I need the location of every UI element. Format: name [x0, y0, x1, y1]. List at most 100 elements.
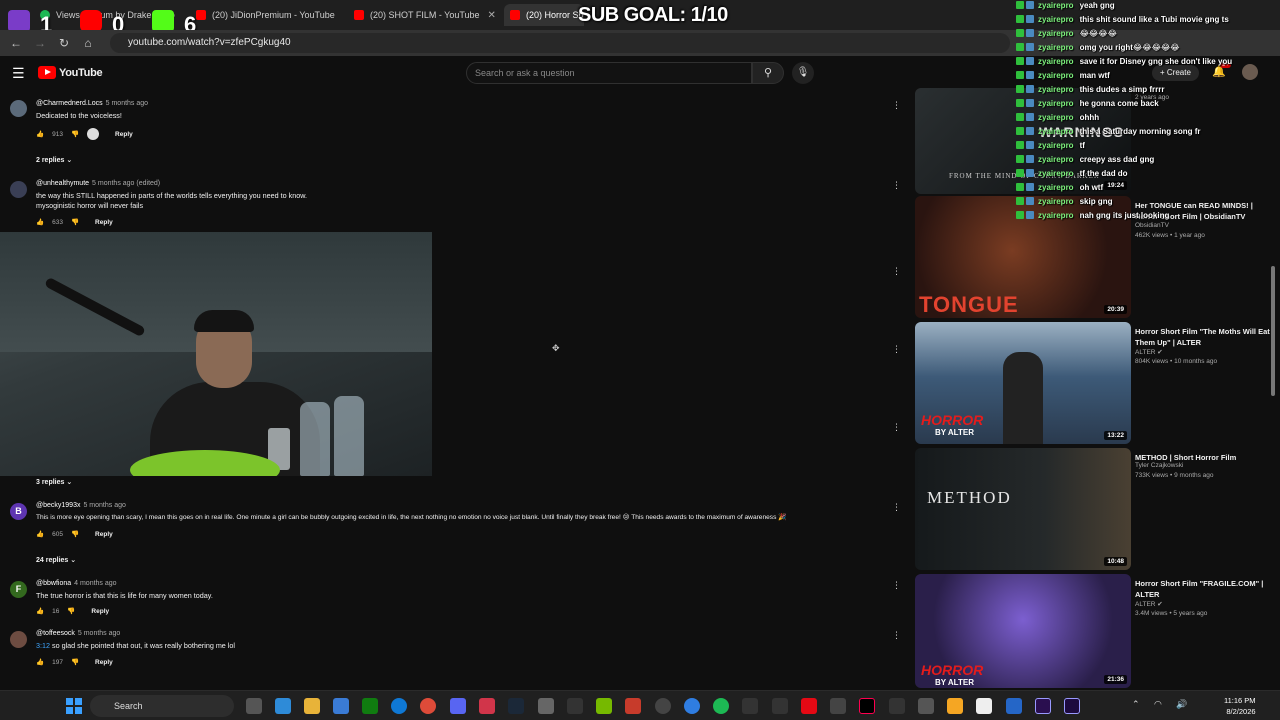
store-icon[interactable]	[333, 698, 349, 714]
app-icon[interactable]	[772, 698, 788, 714]
app-icon[interactable]	[830, 698, 846, 714]
more-options-icon[interactable]: ⋮	[892, 630, 901, 641]
capcut-icon[interactable]	[889, 698, 905, 714]
app-icon[interactable]	[479, 698, 495, 714]
more-options-icon[interactable]: ⋮	[892, 100, 901, 111]
like-icon[interactable]: 👍	[36, 658, 44, 666]
more-options-icon[interactable]: ⋮	[892, 344, 901, 355]
app-icon[interactable]	[742, 698, 758, 714]
comment-author[interactable]: @unhealthymute 5 months ago (edited)	[36, 180, 160, 187]
recommendation-channel[interactable]: Tyler Czajkowski	[1135, 462, 1183, 469]
app-icon[interactable]	[625, 698, 641, 714]
recommendation-item[interactable]: METHOD 10:48 METHOD | Short Horror Film …	[915, 448, 1275, 570]
reply-button[interactable]: Reply	[115, 131, 133, 138]
like-icon[interactable]: 👍	[36, 607, 44, 615]
timestamp-link[interactable]: 3:12	[36, 641, 50, 650]
chrome-icon[interactable]	[420, 698, 436, 714]
task-view-icon[interactable]	[246, 698, 262, 714]
comment-author[interactable]: @bbwfiona 4 months ago	[36, 580, 117, 587]
tab-jidion[interactable]: (20) JiDionPremium - YouTube ✕	[190, 4, 340, 26]
replies-toggle[interactable]: 2 replies ⌄	[36, 156, 72, 164]
search-icon[interactable]: ⚲	[752, 62, 784, 84]
comment-avatar[interactable]	[10, 100, 27, 117]
taskbar-search[interactable]: Search	[90, 695, 234, 717]
xbox-icon[interactable]	[362, 698, 378, 714]
recommendation-thumbnail[interactable]: HORROR BY ALTER 21:36	[915, 574, 1131, 688]
url-field[interactable]: youtube.com/watch?v=zfePCgkug40	[110, 33, 1010, 53]
settings-icon[interactable]	[538, 698, 554, 714]
forward-icon[interactable]: →	[32, 35, 48, 51]
reply-button[interactable]: Reply	[95, 531, 113, 538]
back-icon[interactable]: ←	[8, 35, 24, 51]
settings-gear-icon[interactable]	[918, 698, 934, 714]
copilot-icon[interactable]	[275, 698, 291, 714]
close-tab-icon[interactable]: ✕	[335, 10, 340, 21]
dislike-icon[interactable]: 👎	[71, 658, 79, 666]
volume-icon[interactable]: 🔊	[1176, 699, 1187, 710]
recommendation-item[interactable]: HORROR BY ALTER 13:22 Horror Short Film …	[915, 322, 1275, 444]
scrollbar-thumb[interactable]	[1271, 266, 1275, 396]
windows-start-icon[interactable]	[66, 698, 82, 714]
like-icon[interactable]: 👍	[36, 530, 44, 538]
steam-icon[interactable]	[508, 698, 524, 714]
menu-icon[interactable]: ☰	[12, 66, 26, 80]
discord-icon[interactable]	[450, 698, 466, 714]
comment-avatar[interactable]	[10, 631, 27, 648]
recommendation-title[interactable]: Horror Short Film "FRAGILE.COM" | ALTER	[1135, 578, 1270, 600]
account-avatar[interactable]	[1242, 64, 1258, 80]
more-options-icon[interactable]: ⋮	[892, 580, 901, 591]
tab-horror-short[interactable]: (20) Horror Sho	[504, 4, 584, 26]
like-icon[interactable]: 👍	[36, 218, 44, 226]
comment-author[interactable]: @toffeesock 5 months ago	[36, 630, 120, 637]
recommendation-channel[interactable]: ALTER ✔	[1135, 348, 1163, 356]
dislike-icon[interactable]: 👎	[71, 530, 79, 538]
microphone-icon[interactable]: 🎙	[792, 62, 814, 84]
more-options-icon[interactable]: ⋮	[892, 180, 901, 191]
dislike-icon[interactable]: 👎	[71, 130, 79, 138]
recommendation-title[interactable]: Horror Short Film "The Moths Will Eat Th…	[1135, 326, 1270, 348]
more-options-icon[interactable]: ⋮	[892, 502, 901, 513]
recommendation-thumbnail[interactable]: HORROR BY ALTER 13:22	[915, 322, 1131, 444]
app-icon[interactable]	[947, 698, 963, 714]
comment-avatar[interactable]: B	[10, 503, 27, 520]
search-input[interactable]: Search or ask a question	[466, 62, 752, 84]
tray-chevron-icon[interactable]: ⌃	[1132, 699, 1140, 710]
youtube-logo[interactable]: YouTube	[38, 66, 103, 79]
reply-button[interactable]: Reply	[95, 219, 113, 226]
recommendation-channel[interactable]: ObsidianTV	[1135, 222, 1169, 229]
home-icon[interactable]: ⌂	[80, 35, 96, 51]
netflix-icon[interactable]	[801, 698, 817, 714]
comment-avatar[interactable]	[10, 181, 27, 198]
obs-icon[interactable]	[655, 698, 671, 714]
comment-avatar[interactable]: F	[10, 581, 27, 598]
tab-shot-film[interactable]: (20) SHOT FILM - YouTube ✕	[348, 4, 498, 26]
after-effects-icon[interactable]	[1064, 698, 1080, 714]
replies-toggle[interactable]: 3 replies ⌄	[36, 478, 72, 486]
reload-icon[interactable]: ↻	[56, 35, 72, 51]
comment-author[interactable]: @Charmednerd.Locs 5 months ago	[36, 100, 148, 107]
tiktok-icon[interactable]	[859, 698, 875, 714]
premiere-pro-icon[interactable]	[1035, 698, 1051, 714]
comment-author[interactable]: @becky1993x 5 months ago	[36, 502, 126, 509]
more-options-icon[interactable]: ⋮	[892, 266, 901, 277]
more-options-icon[interactable]: ⋮	[892, 422, 901, 433]
recommendation-channel[interactable]: ALTER ✔	[1135, 600, 1163, 608]
recommendation-item[interactable]: HORROR BY ALTER 21:36 Horror Short Film …	[915, 574, 1275, 688]
epic-games-icon[interactable]	[567, 698, 583, 714]
reply-button[interactable]: Reply	[91, 608, 109, 615]
edge-icon[interactable]	[391, 698, 407, 714]
reply-button[interactable]: Reply	[95, 659, 113, 666]
app-icon[interactable]	[1006, 698, 1022, 714]
like-icon[interactable]: 👍	[36, 130, 44, 138]
app-icon[interactable]	[684, 698, 700, 714]
dislike-icon[interactable]: 👎	[67, 607, 75, 615]
replies-toggle[interactable]: 24 replies ⌄	[36, 556, 76, 564]
spotify-taskbar-icon[interactable]	[713, 698, 729, 714]
recommendation-thumbnail[interactable]: METHOD 10:48	[915, 448, 1131, 570]
wifi-icon[interactable]: ◠	[1154, 699, 1162, 710]
notepad-icon[interactable]	[976, 698, 992, 714]
file-explorer-icon[interactable]	[304, 698, 320, 714]
clock[interactable]: 11:16 PM 8/2/2026	[1224, 695, 1256, 717]
close-tab-icon[interactable]: ✕	[480, 10, 496, 21]
nvidia-icon[interactable]	[596, 698, 612, 714]
